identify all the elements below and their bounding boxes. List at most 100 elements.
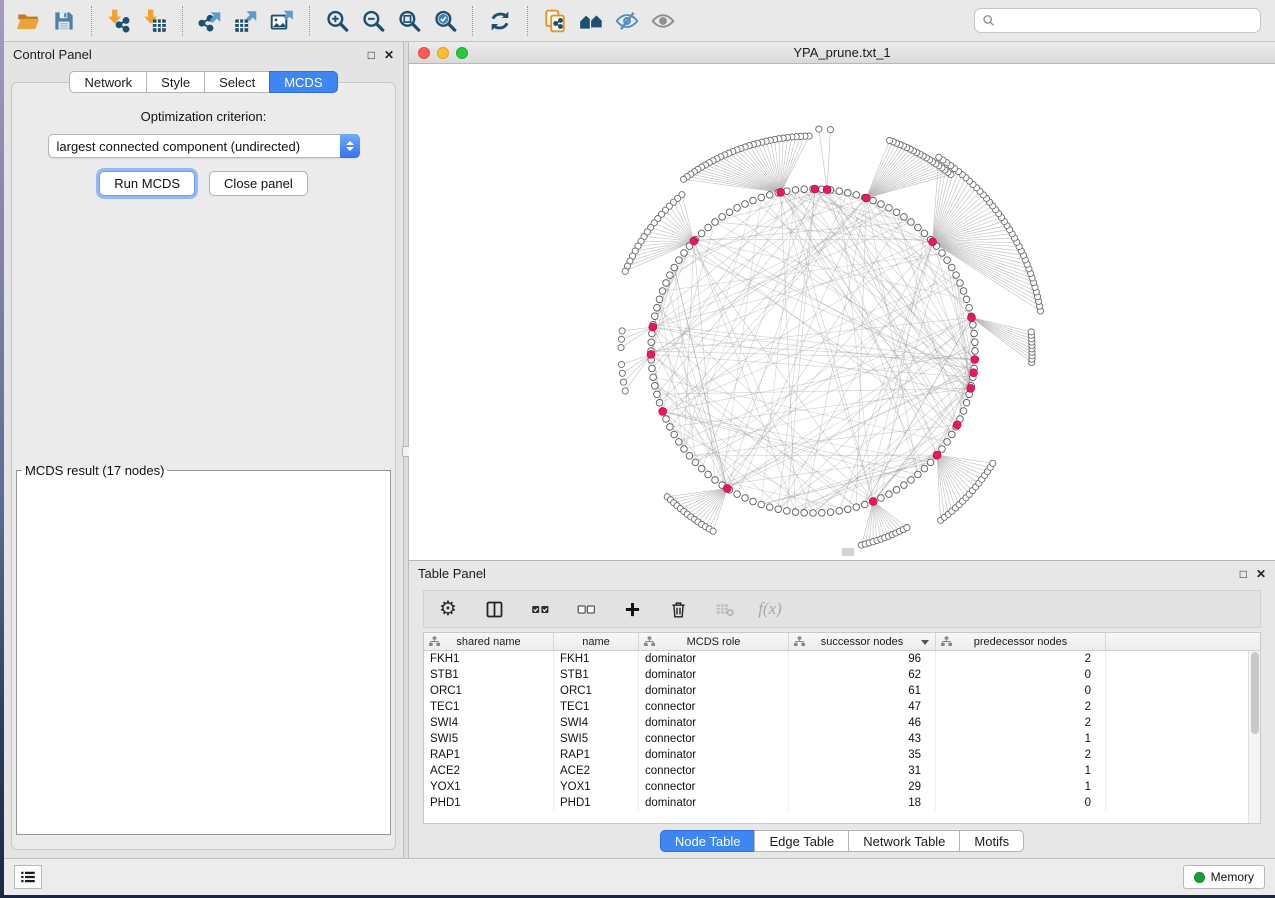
float-panel-icon[interactable]: □ bbox=[368, 49, 375, 61]
column-header-shared-name[interactable]: shared name bbox=[424, 633, 554, 650]
mcds-network-node[interactable] bbox=[649, 323, 657, 331]
network-overview-houses-icon[interactable] bbox=[573, 4, 609, 38]
select-all-columns-icon[interactable] bbox=[528, 597, 552, 621]
network-node[interactable] bbox=[810, 510, 817, 517]
network-node[interactable] bbox=[792, 187, 799, 194]
network-node[interactable] bbox=[861, 501, 868, 508]
network-node[interactable] bbox=[671, 264, 678, 271]
zoom-fit-icon[interactable] bbox=[391, 4, 427, 38]
network-node[interactable] bbox=[870, 197, 877, 204]
deselect-all-columns-icon[interactable] bbox=[574, 597, 598, 621]
network-node[interactable] bbox=[921, 465, 928, 472]
tab-mcds[interactable]: MCDS bbox=[269, 71, 337, 93]
optimization-criterion-select[interactable]: largest connected component (undirected) bbox=[48, 134, 360, 158]
mcds-network-node[interactable] bbox=[862, 194, 870, 202]
network-node[interactable] bbox=[901, 482, 908, 489]
column-header-predecessor-nodes[interactable]: predecessor nodes bbox=[936, 633, 1106, 650]
save-session-icon[interactable] bbox=[46, 4, 82, 38]
table-row[interactable]: YOX1YOX1connector291 bbox=[424, 779, 1248, 795]
network-node[interactable] bbox=[915, 471, 922, 478]
network-node[interactable] bbox=[742, 201, 749, 208]
network-node[interactable] bbox=[845, 190, 852, 197]
network-node[interactable] bbox=[758, 501, 765, 508]
show-columns-icon[interactable] bbox=[482, 597, 506, 621]
network-node[interactable] bbox=[904, 525, 910, 531]
network-node[interactable] bbox=[712, 477, 719, 484]
network-node[interactable] bbox=[836, 508, 843, 515]
show-graphics-details-icon[interactable] bbox=[645, 4, 681, 38]
network-node[interactable] bbox=[734, 205, 741, 212]
mcds-network-node[interactable] bbox=[967, 384, 975, 392]
network-node[interactable] bbox=[836, 188, 843, 195]
mcds-network-node[interactable] bbox=[971, 356, 979, 364]
zoom-in-icon[interactable] bbox=[319, 4, 355, 38]
tab-select[interactable]: Select bbox=[204, 71, 270, 93]
network-node[interactable] bbox=[953, 272, 960, 279]
network-node[interactable] bbox=[667, 424, 674, 431]
network-node[interactable] bbox=[915, 224, 922, 231]
network-node[interactable] bbox=[957, 280, 964, 287]
mcds-network-node[interactable] bbox=[970, 369, 978, 377]
network-node[interactable] bbox=[622, 388, 628, 394]
mcds-network-node[interactable] bbox=[929, 238, 937, 246]
mcds-network-node[interactable] bbox=[968, 314, 976, 322]
network-node[interactable] bbox=[698, 465, 705, 472]
network-node[interactable] bbox=[681, 446, 688, 453]
open-file-icon[interactable] bbox=[10, 4, 46, 38]
network-node[interactable] bbox=[801, 186, 808, 193]
network-node[interactable] bbox=[652, 313, 659, 320]
mcds-network-node[interactable] bbox=[933, 451, 941, 459]
table-settings-icon[interactable]: ⚙ bbox=[436, 597, 460, 621]
mcds-network-node[interactable] bbox=[647, 350, 655, 358]
network-node[interactable] bbox=[878, 495, 885, 502]
network-scroll-thumb[interactable] bbox=[842, 548, 854, 556]
network-node[interactable] bbox=[750, 498, 757, 505]
network-node[interactable] bbox=[827, 127, 833, 133]
mcds-network-node[interactable] bbox=[811, 185, 819, 193]
network-node[interactable] bbox=[949, 264, 956, 271]
network-node[interactable] bbox=[712, 219, 719, 226]
close-panel-icon[interactable]: ✕ bbox=[1256, 568, 1266, 580]
network-node[interactable] bbox=[827, 509, 834, 516]
network-node[interactable] bbox=[893, 209, 900, 216]
mcds-network-node[interactable] bbox=[723, 484, 731, 492]
network-node[interactable] bbox=[654, 304, 661, 311]
table-row[interactable]: SWI4SWI4dominator462 bbox=[424, 715, 1248, 731]
close-panel-icon[interactable]: ✕ bbox=[384, 49, 394, 61]
tab-network-table[interactable]: Network Table bbox=[848, 830, 960, 852]
zoom-out-icon[interactable] bbox=[355, 4, 391, 38]
tab-edge-table[interactable]: Edge Table bbox=[754, 830, 849, 852]
import-network-icon[interactable] bbox=[101, 4, 137, 38]
network-search-field[interactable] bbox=[974, 8, 1261, 33]
network-node[interactable] bbox=[893, 487, 900, 494]
column-header-name[interactable]: name bbox=[554, 633, 639, 650]
memory-button[interactable]: Memory bbox=[1183, 865, 1265, 889]
network-node[interactable] bbox=[970, 322, 977, 329]
network-node[interactable] bbox=[652, 383, 659, 390]
network-node[interactable] bbox=[1028, 329, 1034, 335]
network-node[interactable] bbox=[886, 491, 893, 498]
mcds-network-node[interactable] bbox=[823, 186, 831, 194]
mcds-network-node[interactable] bbox=[659, 407, 667, 415]
network-node[interactable] bbox=[971, 330, 978, 337]
mcds-network-node[interactable] bbox=[869, 497, 877, 505]
network-node[interactable] bbox=[775, 506, 782, 513]
network-node[interactable] bbox=[663, 416, 670, 423]
table-scrollbar[interactable] bbox=[1248, 651, 1260, 823]
network-node[interactable] bbox=[663, 280, 670, 287]
network-canvas[interactable] bbox=[409, 64, 1275, 561]
network-node[interactable] bbox=[801, 510, 808, 517]
network-node[interactable] bbox=[939, 446, 946, 453]
network-node[interactable] bbox=[620, 379, 626, 385]
import-table-icon[interactable] bbox=[137, 4, 173, 38]
network-node[interactable] bbox=[819, 510, 826, 517]
network-node[interactable] bbox=[734, 491, 741, 498]
network-node[interactable] bbox=[966, 304, 973, 311]
network-node[interactable] bbox=[972, 348, 979, 355]
tab-node-table[interactable]: Node Table bbox=[660, 830, 756, 852]
network-node[interactable] bbox=[656, 296, 663, 303]
network-node[interactable] bbox=[908, 477, 915, 484]
table-row[interactable]: RAP1RAP1dominator352 bbox=[424, 747, 1248, 763]
network-node[interactable] bbox=[908, 219, 915, 226]
network-node[interactable] bbox=[845, 506, 852, 513]
